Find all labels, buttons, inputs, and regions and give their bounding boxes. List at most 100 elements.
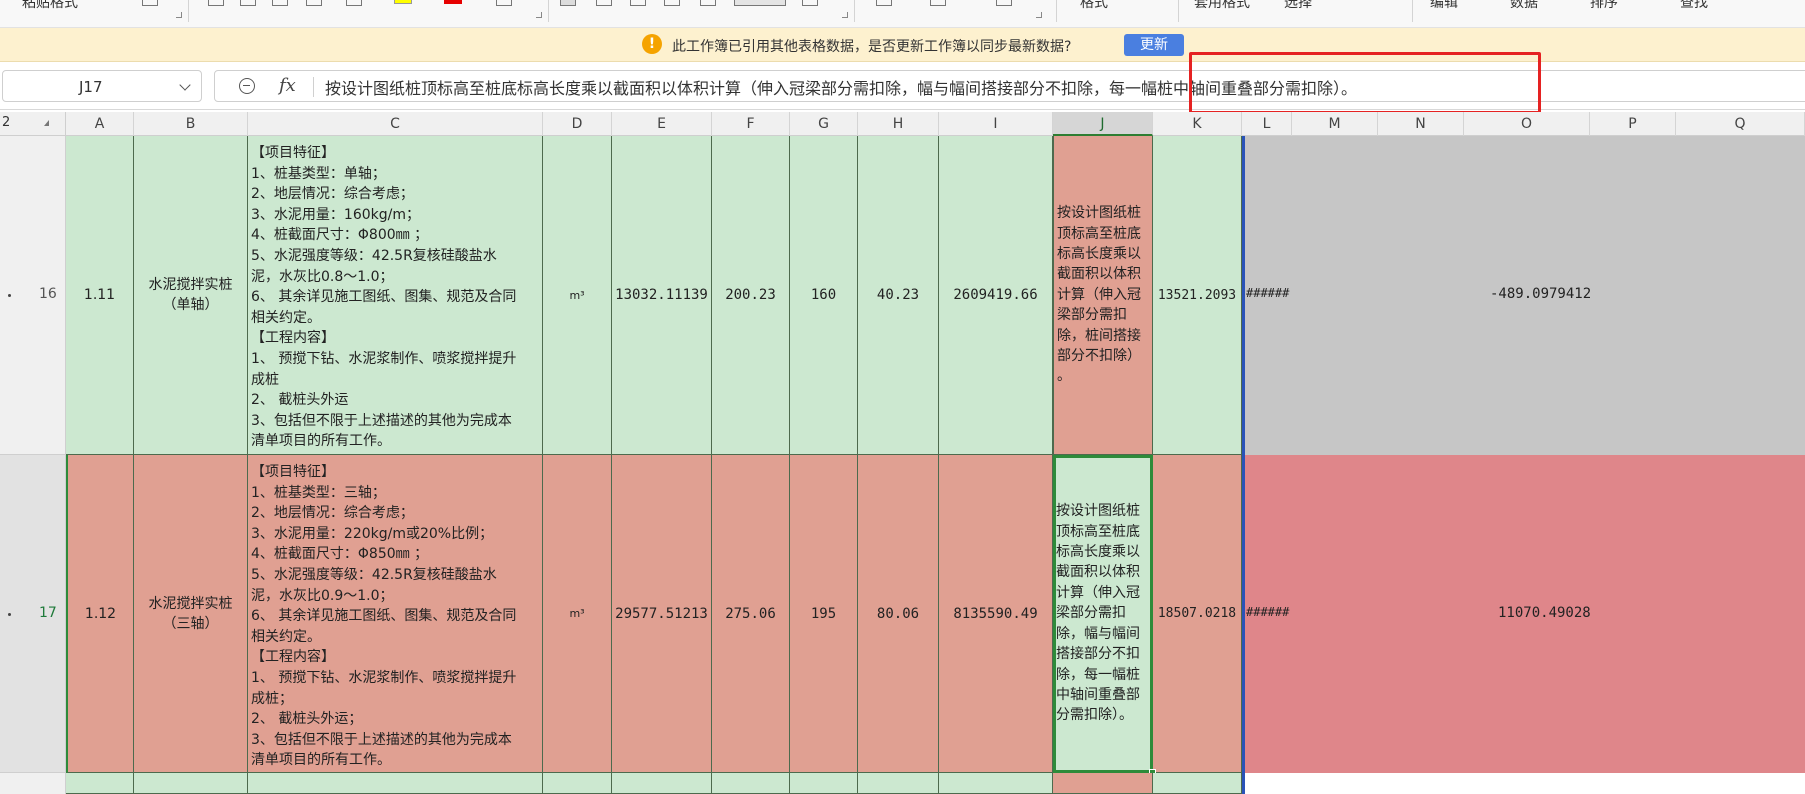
select-all-corner[interactable]: 2 — [0, 112, 66, 136]
dialog-launcher-icon[interactable] — [536, 12, 542, 18]
column-header-n[interactable]: N — [1378, 112, 1464, 136]
cell-d17[interactable]: m³ — [543, 455, 612, 773]
column-header-a[interactable]: A — [66, 112, 134, 136]
highlight-color-icon[interactable] — [394, 0, 412, 4]
cell-e16[interactable]: 13032.11139 — [612, 136, 712, 455]
cell-k17[interactable]: 18507.0218 — [1153, 455, 1242, 773]
cell-h18[interactable] — [858, 773, 939, 794]
row-number[interactable]: 16 — [39, 286, 57, 302]
row-header-16[interactable]: 16 — [0, 136, 66, 455]
row-header-17[interactable]: 17 — [0, 455, 66, 773]
orientation-icon[interactable] — [802, 0, 818, 6]
cell-h17[interactable]: 80.06 — [858, 455, 939, 773]
cell-b16[interactable]: 水泥搅拌实桩 （单轴） — [134, 136, 248, 455]
column-header-i[interactable]: I — [939, 112, 1053, 136]
row-header-18[interactable] — [0, 773, 66, 794]
cell-g17[interactable]: 195 — [790, 455, 858, 773]
cell-c16[interactable]: 【项目特征】 1、桩基类型：单轴； 2、地层情况：综合考虑； 3、水泥用量：16… — [248, 136, 543, 455]
align-right-icon[interactable] — [630, 0, 646, 6]
indent-icon[interactable] — [664, 0, 680, 6]
ribbon-item-find[interactable]: 查找 — [1680, 0, 1708, 11]
align-left-icon[interactable] — [560, 0, 576, 6]
merge-button[interactable] — [734, 0, 786, 6]
zoom-out-icon[interactable] — [239, 78, 255, 94]
column-header-h[interactable]: H — [858, 112, 939, 136]
cell-b18[interactable] — [134, 773, 248, 794]
wrap-text-icon[interactable] — [700, 0, 716, 6]
ribbon-item-select[interactable]: 选择 — [1284, 0, 1312, 11]
row-number[interactable]: 17 — [39, 605, 57, 621]
column-header-c[interactable]: C — [248, 112, 543, 136]
cell-i18[interactable] — [939, 773, 1053, 794]
font-color-icon[interactable] — [444, 0, 462, 4]
column-header-d[interactable]: D — [543, 112, 612, 136]
column-header-m[interactable]: M — [1292, 112, 1378, 136]
decimal-icon[interactable] — [996, 0, 1012, 6]
bold-icon[interactable] — [208, 0, 224, 6]
cell-a18[interactable] — [66, 773, 134, 794]
cell-i16[interactable]: 2609419.66 — [939, 136, 1053, 455]
cell-g16[interactable]: 160 — [790, 136, 858, 455]
select-all-icon[interactable] — [44, 120, 49, 126]
column-header-l[interactable]: L — [1242, 112, 1292, 136]
dialog-launcher-icon[interactable] — [176, 12, 182, 18]
cell-k18[interactable] — [1153, 773, 1242, 794]
clear-format-icon[interactable] — [496, 0, 512, 6]
column-header-o[interactable]: O — [1464, 112, 1590, 136]
ribbon-item-paste-format[interactable]: 粘贴格式 — [22, 0, 78, 11]
column-header-j[interactable]: J — [1053, 112, 1153, 136]
name-box[interactable]: J17 — [2, 70, 202, 102]
column-header-g[interactable]: G — [790, 112, 858, 136]
formula-content[interactable]: 按设计图纸桩顶标高至桩底标高长度乘以截面积以体积计算（伸入冠梁部分需扣除，幅与幅… — [325, 75, 1357, 99]
cell-a16[interactable]: 1.11 — [66, 136, 134, 455]
cell-j18[interactable] — [1053, 773, 1153, 794]
border-icon[interactable] — [306, 0, 322, 6]
cell-f16[interactable]: 200.23 — [712, 136, 790, 455]
percent-icon[interactable] — [930, 0, 946, 6]
number-format-icon[interactable] — [876, 0, 892, 6]
cell-e17[interactable]: 29577.51213 — [612, 455, 712, 773]
underline-icon[interactable] — [272, 0, 288, 6]
outline-level-label[interactable]: 2 — [2, 115, 10, 130]
cell-f17[interactable]: 275.06 — [712, 455, 790, 773]
cell-i17[interactable]: 8135590.49 — [939, 455, 1053, 773]
update-button[interactable]: 更新 — [1124, 34, 1184, 56]
cell-range-l18-q18[interactable] — [1242, 773, 1805, 794]
cell-b17[interactable]: 水泥搅拌实桩 （三轴） — [134, 455, 248, 773]
column-header-f[interactable]: F — [712, 112, 790, 136]
cell-f18[interactable] — [712, 773, 790, 794]
cell-k16[interactable]: 13521.2093 — [1153, 136, 1242, 455]
cell-h16[interactable]: 40.23 — [858, 136, 939, 455]
ribbon-item-sort[interactable]: 排序 — [1590, 0, 1618, 11]
italic-icon[interactable] — [240, 0, 256, 6]
chevron-down-icon[interactable] — [179, 79, 191, 91]
dialog-launcher-icon[interactable] — [842, 12, 848, 18]
cell-a17[interactable]: 1.12 — [66, 455, 134, 773]
ribbon-item-data[interactable]: 数据 — [1510, 0, 1538, 11]
clipboard-icon[interactable] — [142, 0, 158, 6]
cell-d16[interactable]: m³ — [543, 136, 612, 455]
cell-j17-active[interactable]: 按设计图纸桩 顶标高至桩底 标高长度乘以 截面积以体积 计算（伸入冠 梁部分需扣… — [1053, 455, 1153, 773]
cell-range-l17-q17[interactable]: ###### 11070.49028 — [1242, 455, 1805, 773]
align-center-icon[interactable] — [596, 0, 612, 6]
cell-range-l16-q16[interactable]: ###### -489.0979412 — [1242, 136, 1805, 455]
cell-style-icon[interactable] — [346, 0, 362, 6]
column-header-p[interactable]: P — [1590, 112, 1676, 136]
freeze-pane-divider[interactable] — [1242, 136, 1245, 794]
fx-icon[interactable]: fx — [279, 75, 296, 96]
cell-d18[interactable] — [543, 773, 612, 794]
cell-g18[interactable] — [790, 773, 858, 794]
column-header-q[interactable]: Q — [1676, 112, 1805, 136]
cell-e18[interactable] — [612, 773, 712, 794]
dialog-launcher-icon[interactable] — [1036, 12, 1042, 18]
ribbon-item-edit[interactable]: 编辑 — [1430, 0, 1458, 11]
column-header-k[interactable]: K — [1153, 112, 1242, 136]
formula-input[interactable]: fx 按设计图纸桩顶标高至桩底标高长度乘以截面积以体积计算（伸入冠梁部分需扣除，… — [214, 70, 1805, 102]
ribbon-item-format[interactable]: 格式 — [1080, 0, 1108, 11]
cell-c17[interactable]: 【项目特征】 1、桩基类型：三轴； 2、地层情况：综合考虑； 3、水泥用量：22… — [248, 455, 543, 773]
cell-c18[interactable] — [248, 773, 543, 794]
ribbon-item-table-style[interactable]: 套用格式 — [1194, 0, 1250, 11]
column-header-e[interactable]: E — [612, 112, 712, 136]
cell-j16[interactable]: 按设计图纸桩 顶标高至桩底 标高长度乘以 截面积以体积 计算（伸入冠 梁部分需扣… — [1053, 136, 1153, 455]
column-header-b[interactable]: B — [134, 112, 248, 136]
